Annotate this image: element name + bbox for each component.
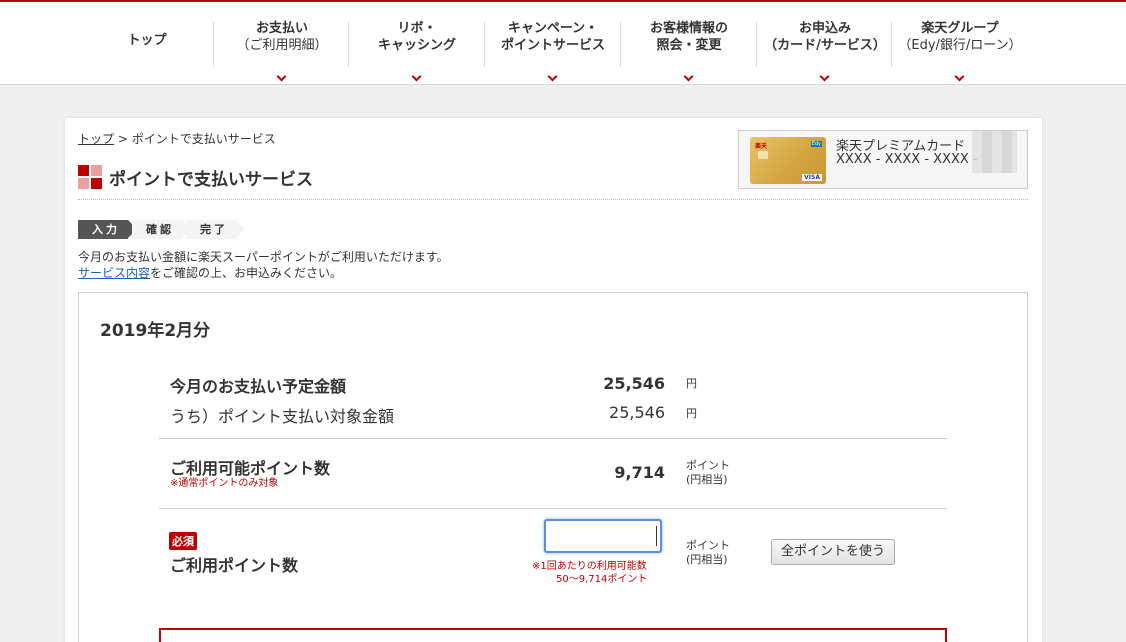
- description-line-2: サービス内容をご確認の上、お申込みください。: [78, 265, 449, 281]
- row-divider: [159, 438, 947, 439]
- points-input-note-2: 50〜9,714ポイント: [556, 574, 648, 585]
- nav-item-top[interactable]: トップ: [79, 32, 215, 80]
- card-brand-text: 楽天: [755, 143, 768, 150]
- row-divider: [159, 508, 947, 509]
- nav-item-label: キャンペーン・: [507, 21, 599, 36]
- step-indicator: 入力 確認 完了: [78, 220, 245, 239]
- chevron-down-icon: [411, 71, 422, 82]
- nav-item-sublabel: キャッシング: [377, 38, 456, 53]
- billing-month: 2019年2月分: [100, 321, 211, 341]
- nav-item-label: お申込み: [798, 21, 851, 36]
- nav-item-application[interactable]: お申込み （カード/サービス）: [757, 20, 893, 82]
- available-points-unit: ポイント (円相当): [686, 459, 730, 487]
- nav-item-campaign[interactable]: キャンペーン・ ポイントサービス: [485, 20, 621, 82]
- edy-logo: Edy: [810, 141, 822, 147]
- step-complete: 完了: [186, 220, 245, 239]
- available-points-value: 9,714: [614, 463, 665, 482]
- card-chip-icon: [758, 151, 768, 159]
- nav-item-customer-info[interactable]: お客様情報の 照会・変更: [621, 20, 757, 82]
- nav-item-label: 楽天グループ: [921, 21, 999, 36]
- available-points-label: ご利用可能ポイント数: [170, 459, 331, 478]
- breadcrumb-current: ポイントで支払いサービス: [131, 132, 276, 146]
- nav-item-revolving[interactable]: リボ・ キャッシング: [349, 20, 485, 82]
- page-title-row: ポイントで支払いサービス: [78, 165, 313, 190]
- nav-item-sublabel: （Edy/銀行/ローン）: [898, 38, 1022, 53]
- available-points-note: ※通常ポイントのみ対象: [170, 478, 279, 489]
- breadcrumb-home-link[interactable]: トップ: [78, 132, 114, 146]
- text-caret: [656, 526, 657, 546]
- content-card: トップ > ポイントで支払いサービス ポイントで支払いサービス 楽天 Edy V…: [65, 118, 1042, 642]
- nav-item-rakuten-group[interactable]: 楽天グループ （Edy/銀行/ローン）: [892, 20, 1028, 82]
- card-info-box: 楽天 Edy VISA 楽天プレミアムカード XXXX - XXXX - XXX…: [738, 130, 1028, 189]
- target-amount-label: うち）ポイント支払い対象金額: [170, 407, 395, 426]
- points-input-note-1: ※1回あたりの利用可能数: [532, 561, 647, 572]
- chevron-down-icon: [683, 71, 694, 82]
- description-line-1: 今月のお支払い金額に楽天スーパーポイントがご利用いただけます。: [78, 250, 449, 264]
- target-amount-unit: 円: [686, 407, 697, 420]
- nav-item-sublabel: （カード/サービス）: [764, 38, 886, 53]
- breadcrumb: トップ > ポイントで支払いサービス: [78, 130, 276, 147]
- unit-line-2: (円相当): [686, 473, 728, 486]
- use-points-label: ご利用ポイント数: [170, 556, 299, 575]
- target-amount-value: 25,546: [609, 403, 665, 422]
- nav-item-label: お支払い: [255, 21, 308, 36]
- use-points-unit: ポイント (円相当): [686, 539, 730, 567]
- nav-item-sublabel: （ご利用明細）: [236, 38, 328, 53]
- chevron-down-icon: [954, 71, 965, 82]
- credit-card-image: 楽天 Edy VISA: [750, 137, 826, 184]
- required-badge: 必須: [169, 532, 197, 550]
- unit-line-1: ポイント: [686, 539, 730, 552]
- page-title: ポイントで支払いサービス: [109, 170, 313, 190]
- breadcrumb-separator: >: [114, 132, 132, 146]
- unit-line-2: (円相当): [686, 553, 728, 566]
- notice-box: [159, 628, 947, 642]
- nav-item-sublabel: 照会・変更: [656, 38, 722, 53]
- nav-item-label: リボ・: [397, 21, 437, 36]
- nav-item-payment[interactable]: お支払い （ご利用明細）: [214, 20, 350, 82]
- top-navigation: トップ お支払い （ご利用明細） リボ・ キャッシング キャンペーン・ ポイント…: [0, 0, 1126, 85]
- chevron-down-icon: [276, 71, 287, 82]
- nav-item-label: お客様情報の: [649, 21, 728, 36]
- nav-item-sublabel: ポイントサービス: [500, 38, 605, 53]
- visa-logo: VISA: [802, 174, 822, 181]
- card-number: XXXX - XXXX - XXXX -: [836, 152, 978, 167]
- masked-digits: [972, 131, 1017, 173]
- points-input[interactable]: [544, 519, 662, 553]
- description: 今月のお支払い金額に楽天スーパーポイントがご利用いただけます。 サービス内容をご…: [78, 249, 449, 281]
- nav-item-label: トップ: [127, 33, 167, 48]
- scheduled-amount-label: 今月のお支払い予定金額: [170, 377, 347, 396]
- step-confirm: 確認: [132, 220, 191, 239]
- title-divider: [78, 199, 1028, 200]
- payment-panel: 2019年2月分 今月のお支払い予定金額 25,546 円 うち）ポイント支払い…: [78, 292, 1028, 642]
- chevron-down-icon: [547, 71, 558, 82]
- title-mark-icon: [78, 165, 103, 190]
- unit-line-1: ポイント: [686, 459, 730, 472]
- scheduled-amount-unit: 円: [686, 377, 697, 390]
- chevron-down-icon: [819, 71, 830, 82]
- service-details-link[interactable]: サービス内容: [78, 266, 150, 280]
- step-input-current: 入力: [78, 220, 137, 239]
- use-all-points-button[interactable]: 全ポイントを使う: [771, 539, 895, 565]
- scheduled-amount-value: 25,546: [603, 374, 665, 393]
- description-line-2-text: をご確認の上、お申込みください。: [150, 266, 343, 280]
